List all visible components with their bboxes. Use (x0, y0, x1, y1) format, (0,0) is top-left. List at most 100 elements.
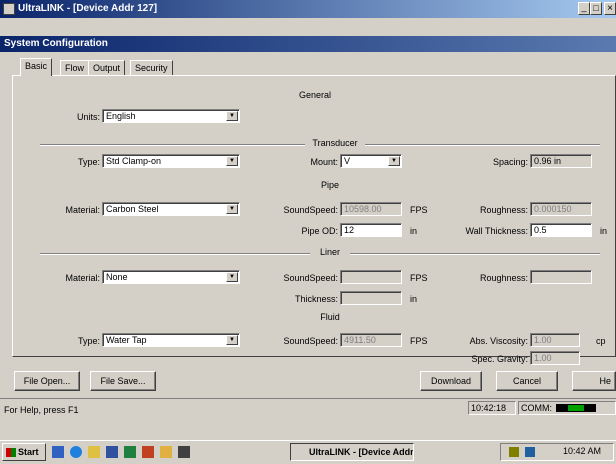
units-select[interactable]: English ▼ (102, 109, 240, 123)
tab-flow[interactable]: Flow (60, 60, 90, 76)
tray-clock: 10:42 AM (563, 446, 602, 456)
outlook-icon[interactable] (88, 446, 100, 458)
status-time: 10:42:18 (471, 403, 507, 413)
start-button[interactable]: Start (2, 443, 46, 461)
pipe-roughness-field: 0.000150 (530, 202, 592, 216)
mount-value: V (344, 156, 351, 166)
fluid-soundspeed-field: 4911.50 (340, 333, 402, 347)
wall-thickness-value: 0.5 (534, 225, 547, 235)
fluid-type-value: Water Tap (106, 335, 147, 345)
viscosity-label: Abs. Viscosity: (469, 336, 528, 346)
fluid-soundspeed-unit: FPS (410, 336, 428, 346)
viscosity-unit: cp (596, 336, 606, 346)
transducer-type-label: Type: (77, 157, 100, 167)
minimize-button[interactable]: _ (578, 2, 590, 15)
comm-label: COMM: (521, 403, 552, 413)
app-icon (3, 3, 15, 15)
comm-activity-light (568, 405, 584, 411)
liner-thickness-field (340, 291, 402, 305)
taskbar-app-label: UltraLINK - [Device Addr 1... (309, 447, 414, 457)
file-open-button[interactable]: File Open... (14, 371, 80, 391)
pipe-soundspeed-label: SoundSpeed: (283, 205, 338, 215)
fluid-soundspeed-label: SoundSpeed: (283, 336, 338, 346)
fluid-soundspeed-value: 4911.50 (344, 335, 376, 345)
pipe-od-label: Pipe OD: (301, 226, 338, 236)
app-menu-strip (0, 18, 616, 36)
liner-roughness-label: Roughness: (479, 273, 528, 283)
file-save-button[interactable]: File Save... (90, 371, 156, 391)
browser-icon[interactable] (70, 446, 82, 458)
viscosity-value: 1.00 (534, 335, 552, 345)
liner-soundspeed-unit: FPS (410, 273, 428, 283)
desktop-icon[interactable] (52, 446, 64, 458)
pipe-od-unit: in (410, 226, 418, 236)
pipe-material-value: Carbon Steel (106, 204, 159, 214)
chevron-down-icon: ▼ (226, 272, 238, 282)
powerpoint-icon[interactable] (142, 446, 154, 458)
time-panel: 10:42:18 (468, 401, 516, 415)
chevron-down-icon: ▼ (226, 335, 238, 345)
pipe-soundspeed-value: 10598.00 (344, 204, 382, 214)
units-label: Units: (76, 112, 100, 122)
pipe-roughness-value: 0.000150 (534, 204, 572, 214)
dialog-title-bar[interactable]: System Configuration (0, 36, 616, 52)
pipe-soundspeed-field: 10598.00 (340, 202, 402, 216)
pipe-section-title: Pipe (320, 180, 339, 190)
liner-material-label: Material: (65, 273, 100, 283)
pipe-od-value: 12 (344, 225, 355, 235)
units-value: English (106, 111, 136, 121)
app-title-bar[interactable]: UltraLINK - [Device Addr 127] (0, 0, 616, 18)
liner-section-title: Liner (310, 247, 350, 257)
mount-label: Mount: (310, 157, 338, 167)
gravity-value: 1.00 (534, 353, 552, 363)
wall-thickness-unit: in (600, 226, 608, 236)
spacing-field: 0.96 in (530, 154, 592, 168)
explorer-icon[interactable] (160, 446, 172, 458)
help-button[interactable]: He (572, 371, 616, 391)
speaker-icon[interactable] (525, 447, 535, 457)
excel-icon[interactable] (124, 446, 136, 458)
wall-thickness-label: Wall Thickness: (465, 226, 528, 236)
system-tray: 10:42 AM (500, 443, 614, 461)
transducer-type-select[interactable]: Std Clamp-on ▼ (102, 154, 240, 168)
start-label: Start (18, 447, 39, 457)
wall-thickness-input[interactable]: 0.5 (530, 223, 592, 237)
windows-logo-icon (6, 448, 16, 458)
maximize-button[interactable]: □ (590, 2, 602, 15)
network-icon[interactable] (509, 447, 519, 457)
viscosity-field: 1.00 (530, 333, 580, 347)
tab-output[interactable]: Output (88, 60, 126, 76)
pipe-soundspeed-unit: FPS (410, 205, 428, 215)
word-icon[interactable] (106, 446, 118, 458)
spacing-value: 0.96 in (534, 156, 562, 166)
close-button[interactable]: × (604, 2, 616, 15)
chevron-down-icon: ▼ (226, 111, 238, 121)
liner-soundspeed-field (340, 270, 402, 284)
tab-security[interactable]: Security (130, 60, 173, 76)
app-title: UltraLINK - [Device Addr 127] (18, 3, 158, 14)
chevron-down-icon: ▼ (388, 156, 400, 166)
chevron-down-icon: ▼ (226, 156, 238, 166)
gravity-field: 1.00 (530, 351, 580, 365)
spacing-label: Spacing: (492, 157, 528, 167)
liner-thickness-label: Thickness: (294, 294, 338, 304)
fluid-type-label: Type: (77, 336, 100, 346)
mount-select[interactable]: V ▼ (340, 154, 402, 168)
liner-material-select[interactable]: None ▼ (102, 270, 240, 284)
transducer-section-title: Transducer (305, 138, 365, 148)
terminal-icon[interactable] (178, 446, 190, 458)
transducer-type-value: Std Clamp-on (106, 156, 162, 166)
fluid-type-select[interactable]: Water Tap ▼ (102, 333, 240, 347)
quick-launch (52, 445, 270, 459)
pipe-material-select[interactable]: Carbon Steel ▼ (102, 202, 240, 216)
download-button[interactable]: Download (420, 371, 482, 391)
tab-basic[interactable]: Basic (20, 58, 53, 76)
pipe-material-label: Material: (65, 205, 100, 215)
cancel-button[interactable]: Cancel (496, 371, 558, 391)
fluid-section-title: Fluid (320, 312, 340, 322)
pipe-od-input[interactable]: 12 (340, 223, 402, 237)
help-hint: For Help, press F1 (4, 405, 79, 415)
liner-material-value: None (106, 272, 128, 282)
liner-soundspeed-label: SoundSpeed: (283, 273, 338, 283)
taskbar-app-button[interactable]: UltraLINK - [Device Addr 1... (290, 443, 414, 461)
